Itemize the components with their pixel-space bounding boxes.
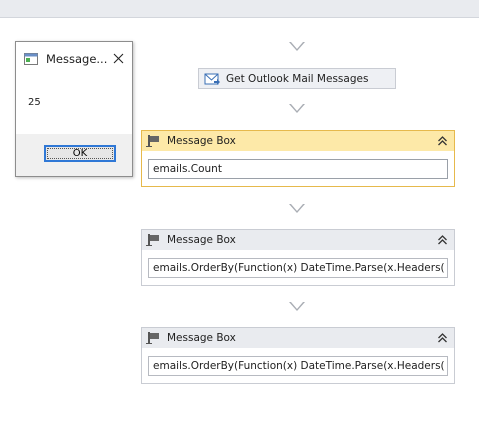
activity-header[interactable]: Message Box <box>142 230 454 250</box>
window-app-icon <box>24 53 38 65</box>
text-expression-input[interactable]: emails.OrderBy(Function(x) DateTime.Pars… <box>148 356 448 376</box>
ok-button[interactable]: OK <box>44 145 116 162</box>
activity-title: Message Box <box>167 234 236 246</box>
message-box-flag-icon <box>146 332 159 344</box>
dialog-close-button[interactable] <box>111 51 125 65</box>
activity-title: Message Box <box>167 332 236 344</box>
text-expression-input[interactable]: emails.OrderBy(Function(x) DateTime.Pars… <box>148 258 448 278</box>
down-triangle-icon <box>289 104 305 113</box>
message-box-activity-1[interactable]: Message Box emails.Count <box>141 130 455 187</box>
double-chevron-up-icon[interactable] <box>437 135 448 147</box>
message-box-flag-icon <box>146 135 159 147</box>
mail-envelope-icon <box>204 73 220 85</box>
double-chevron-up-icon[interactable] <box>437 332 448 344</box>
dialog-title: Message... <box>46 52 108 66</box>
double-chevron-up-icon[interactable] <box>437 234 448 246</box>
activity-title: Message Box <box>167 135 236 147</box>
activity-header[interactable]: Message Box <box>142 328 454 348</box>
down-triangle-icon <box>289 204 305 213</box>
activity-label: Get Outlook Mail Messages <box>226 72 369 85</box>
message-box-activity-3[interactable]: Message Box emails.OrderBy(Function(x) D… <box>141 327 455 384</box>
close-icon <box>113 53 123 63</box>
dialog-title-bar[interactable]: Message... <box>16 42 132 76</box>
down-triangle-icon <box>289 42 305 51</box>
text-expression-input[interactable]: emails.Count <box>148 159 448 179</box>
dialog-message: 25 <box>28 97 41 108</box>
down-triangle-icon <box>289 302 305 311</box>
designer-top-bar <box>0 0 479 18</box>
dialog-footer: OK <box>16 134 132 176</box>
activity-header[interactable]: Message Box <box>142 131 454 151</box>
get-outlook-mail-activity[interactable]: Get Outlook Mail Messages <box>198 68 396 89</box>
message-box-flag-icon <box>146 234 159 246</box>
message-box-activity-2[interactable]: Message Box emails.OrderBy(Function(x) D… <box>141 229 455 286</box>
message-dialog: Message... 25 OK <box>15 41 133 177</box>
